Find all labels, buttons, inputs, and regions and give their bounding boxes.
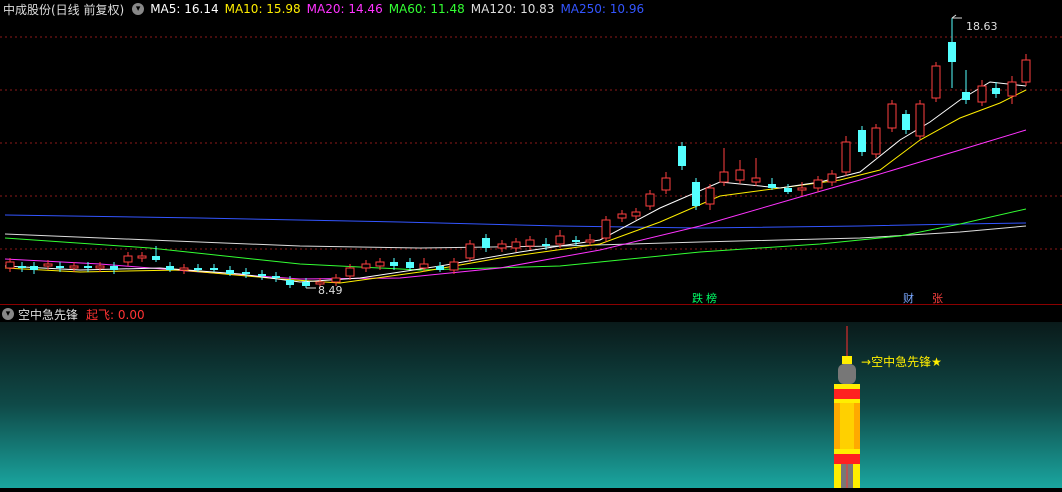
- candlestick-chart[interactable]: 18.63 8.49: [0, 0, 1062, 305]
- candle-body-down: [902, 114, 910, 130]
- indicator-name[interactable]: 空中急先锋: [18, 306, 78, 323]
- candle-body-down: [406, 262, 414, 268]
- candle-body-up: [361, 263, 371, 269]
- candle-body-up: [179, 267, 189, 271]
- stock-title[interactable]: 中成股份(日线 前复权): [3, 1, 124, 18]
- candle-body-up: [813, 179, 823, 189]
- candle-body-down: [784, 188, 792, 192]
- candle-body-down: [858, 130, 866, 152]
- candle-body-up: [555, 235, 565, 245]
- candle-body-up: [1007, 81, 1017, 97]
- ma250-label: MA250: 10.96: [560, 2, 645, 16]
- indicator-header: ▾ 空中急先锋 起飞: 0.00: [0, 306, 145, 322]
- candle-body-down: [152, 256, 160, 260]
- signal-text: 空中急先锋★: [871, 355, 942, 369]
- chevron-down-icon[interactable]: ▾: [132, 3, 145, 15]
- candle-body-down: [542, 244, 550, 246]
- candle-body-down: [84, 266, 92, 268]
- candle-body-up: [751, 177, 761, 183]
- candle-body-down: [692, 182, 700, 206]
- ma10-line: [4, 89, 1027, 284]
- candle-body-up: [43, 263, 53, 267]
- ma250-line: [4, 214, 1027, 229]
- rocket-signal: [834, 326, 860, 488]
- candle-body-down: [272, 276, 280, 278]
- ma60-label: MA60: 11.48: [388, 2, 465, 16]
- candle-body-down: [768, 184, 776, 188]
- candle-body-down: [302, 282, 310, 286]
- candle-body-down: [210, 268, 218, 270]
- candle-body-up: [841, 141, 851, 173]
- ma10-label: MA10: 15.98: [224, 2, 301, 16]
- candle-body-up: [797, 187, 807, 191]
- candle-body-up: [69, 265, 79, 269]
- candle-body-up: [497, 243, 507, 249]
- candle-body-down: [30, 266, 38, 270]
- chart-header: 中成股份(日线 前复权) ▾ MA5: 16.14 MA10: 15.98 MA…: [0, 0, 1062, 18]
- high-price-label: 18.63: [966, 20, 998, 33]
- candle-body-up: [617, 213, 627, 219]
- ma20-label: MA20: 14.46: [306, 2, 383, 16]
- candle-body-up: [331, 277, 341, 283]
- candle-body-up: [449, 261, 459, 271]
- candle-body-up: [827, 173, 837, 183]
- candle-body-down: [18, 266, 26, 268]
- candle-body-down: [286, 280, 294, 285]
- candle-body-up: [915, 103, 925, 137]
- candle-body-up: [345, 267, 355, 277]
- candle-body-up: [137, 255, 147, 259]
- candle-body-down: [436, 266, 444, 270]
- candle-body-up: [95, 265, 105, 269]
- candle-body-up: [977, 85, 987, 103]
- candle-body-up: [465, 243, 475, 259]
- candle-body-up: [631, 211, 641, 217]
- candle-body-up: [123, 255, 133, 263]
- ma120-label: MA120: 10.83: [470, 2, 555, 16]
- candle-body-down: [194, 268, 202, 270]
- candle-body-down: [962, 92, 970, 100]
- ma5-label: MA5: 16.14: [150, 2, 219, 16]
- candle-body-down: [242, 272, 250, 274]
- candle-body-down: [390, 262, 398, 266]
- candle-body-up: [585, 239, 595, 243]
- candle-body-up: [419, 263, 429, 269]
- candle-body-down: [678, 146, 686, 166]
- panel-divider[interactable]: [0, 304, 1062, 305]
- candle-body-down: [56, 266, 64, 268]
- chevron-down-icon[interactable]: ▾: [2, 308, 14, 320]
- indicator-panel[interactable]: [0, 322, 1062, 488]
- candle-body-up: [887, 103, 897, 129]
- candle-body-up: [735, 169, 745, 181]
- candle-body-up: [719, 171, 729, 183]
- signal-label: →空中急先锋★: [861, 355, 942, 369]
- candle-body-down: [258, 274, 266, 276]
- candle-body-up: [5, 261, 15, 269]
- candle-body-up: [645, 193, 655, 207]
- bottom-border: [0, 488, 1062, 492]
- candle-body-down: [226, 270, 234, 274]
- candle-body-up: [931, 65, 941, 99]
- candle-body-up: [601, 219, 611, 239]
- candle-body-up: [1021, 59, 1031, 83]
- low-price-label: 8.49: [318, 284, 343, 297]
- candle-body-down: [482, 238, 490, 248]
- candle-body-down: [166, 266, 174, 270]
- candle-body-up: [705, 187, 715, 205]
- candle-body-up: [661, 177, 671, 191]
- candle-body-up: [375, 261, 385, 267]
- candle-body-down: [948, 42, 956, 62]
- candle-body-down: [572, 240, 580, 242]
- candle-body-up: [871, 127, 881, 155]
- indicator-value: 起飞: 0.00: [86, 307, 145, 322]
- candle-body-down: [110, 266, 118, 270]
- candle-body-up: [525, 239, 535, 247]
- candle-body-down: [992, 88, 1000, 94]
- candle-body-up: [511, 241, 521, 249]
